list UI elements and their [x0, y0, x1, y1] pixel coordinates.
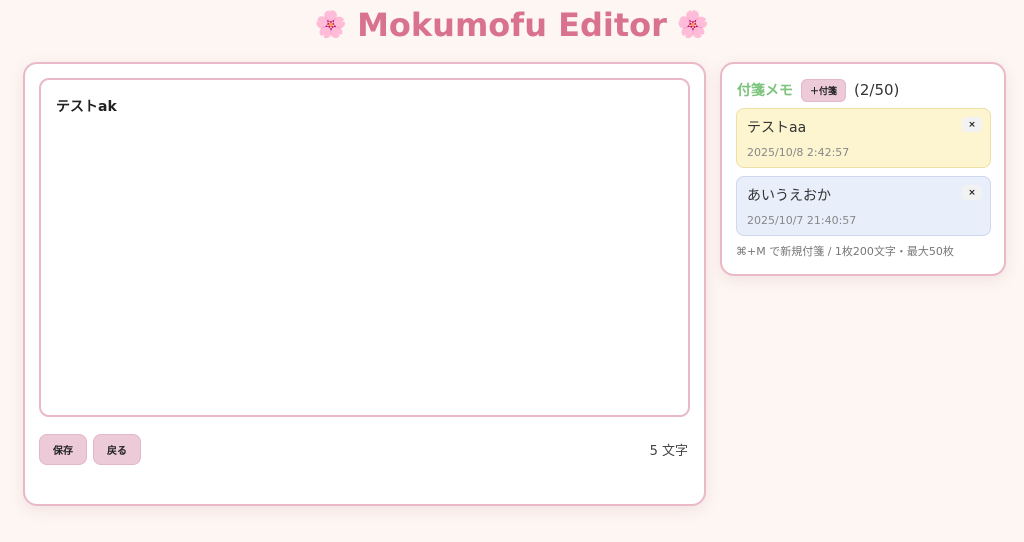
memo-count: (2/50) [854, 81, 900, 99]
sticky-memo-panel: 付箋メモ ＋付箋 (2/50) テストaa 2025/10/8 2:42:57 … [720, 62, 1006, 276]
memo-title: 付箋メモ [737, 83, 793, 99]
sticky-note[interactable]: あいうえおか 2025/10/7 21:40:57 × [736, 176, 991, 236]
add-sticky-button[interactable]: ＋付箋 [801, 78, 847, 102]
editor-textarea[interactable]: テストak [39, 78, 690, 417]
close-icon[interactable]: × [962, 185, 982, 200]
flower-icon: 🌸 [676, 10, 710, 40]
note-date: 2025/10/8 2:42:57 [747, 146, 850, 159]
memo-header: 付箋メモ ＋付箋 (2/50) [737, 78, 899, 102]
editor-panel: テストak 保存 戻る 5 文字 [23, 62, 706, 506]
app-title: Mokumofu Editor [357, 6, 667, 44]
note-date: 2025/10/7 21:40:57 [747, 214, 857, 227]
save-button[interactable]: 保存 [39, 434, 87, 465]
back-button[interactable]: 戻る [93, 434, 141, 465]
close-icon[interactable]: × [962, 117, 982, 132]
sticky-note[interactable]: テストaa 2025/10/8 2:42:57 × [736, 108, 991, 168]
note-text: テストaa [747, 120, 807, 136]
note-text: あいうえおか [747, 188, 831, 204]
page-title: 🌸 Mokumofu Editor 🌸 [0, 6, 1024, 44]
memo-footer-hint: ⌘+M で新規付箋 / 1枚200文字・最大50枚 [736, 245, 954, 258]
char-count: 5 文字 [649, 444, 688, 459]
flower-icon: 🌸 [314, 10, 348, 40]
